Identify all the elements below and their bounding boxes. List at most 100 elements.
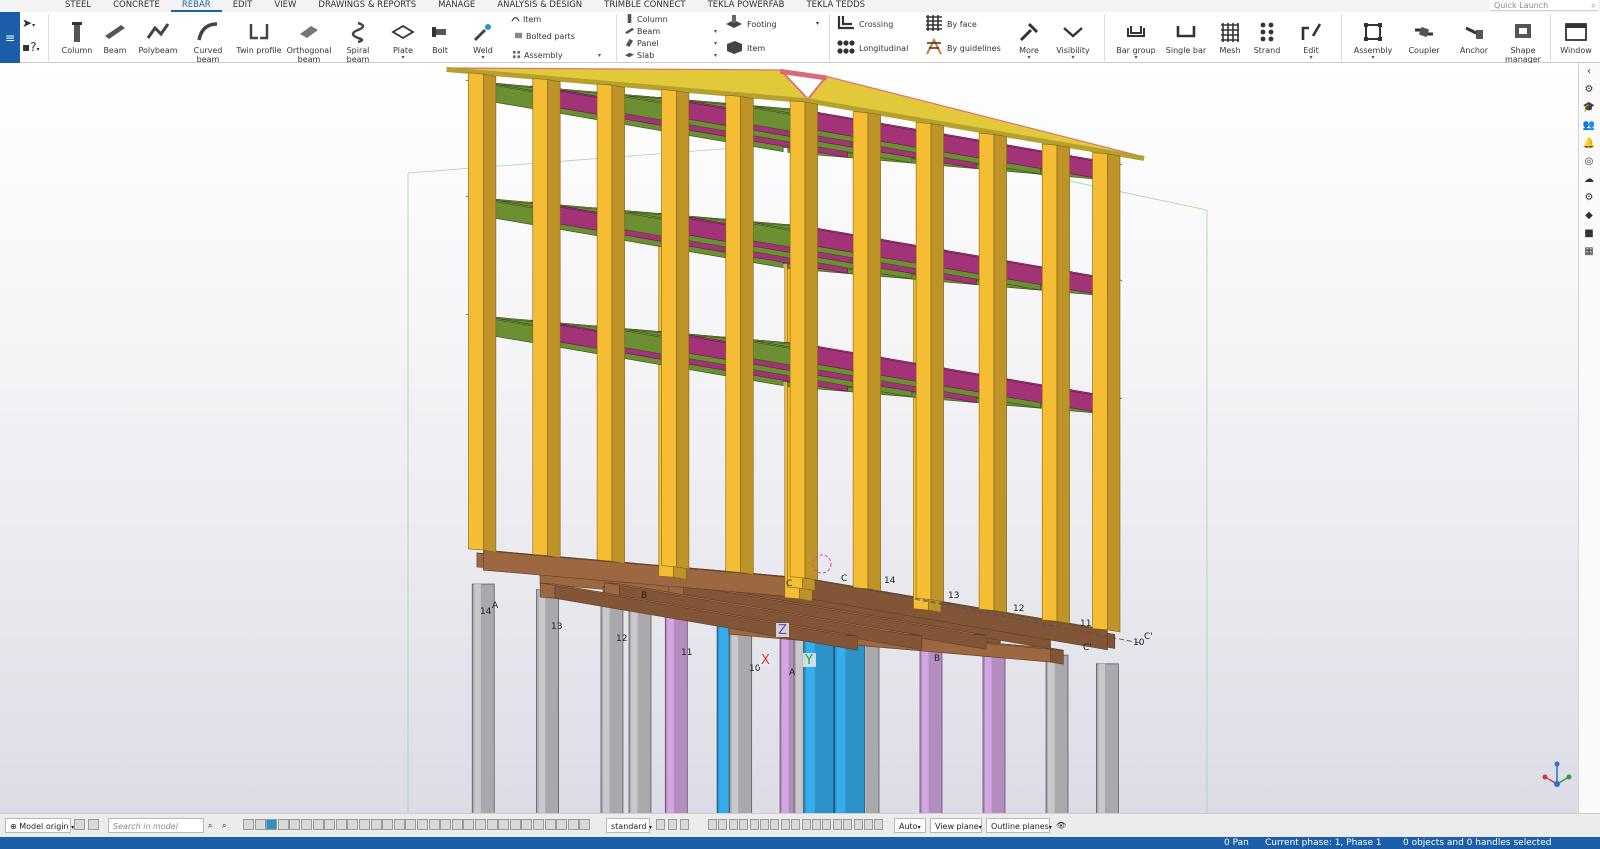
- view-triad-origin[interactable]: [1554, 781, 1560, 787]
- bolted-parts-button[interactable]: Bolted parts: [514, 31, 575, 43]
- column[interactable]: [993, 134, 1007, 613]
- column[interactable]: [930, 123, 944, 603]
- column[interactable]: [596, 83, 613, 562]
- selection-switch-icon[interactable]: [359, 819, 370, 830]
- polybeam-button[interactable]: Polybeam: [134, 16, 182, 62]
- column[interactable]: [1107, 153, 1121, 633]
- cube-icon[interactable]: ■: [1579, 225, 1599, 243]
- tab-rebar[interactable]: REBAR: [170, 0, 222, 12]
- snap-switch-icon[interactable]: [843, 819, 853, 830]
- snap-switch-icon[interactable]: [739, 819, 749, 830]
- tab-analysis-design[interactable]: ANALYSIS & DESIGN: [486, 0, 593, 12]
- selection-switch-icon[interactable]: [428, 819, 440, 830]
- quick-launch-input[interactable]: Quick Launch ⌕: [1490, 0, 1598, 11]
- column[interactable]: [468, 72, 484, 551]
- learning-icon[interactable]: 🎓: [1579, 99, 1599, 117]
- longitudinal-button[interactable]: Longitudinal: [836, 38, 908, 59]
- twin-profile-button[interactable]: Twin profile: [235, 16, 283, 62]
- concrete-slab-button[interactable]: Slab ▾: [625, 50, 717, 62]
- column[interactable]: [1056, 144, 1070, 624]
- layers-icon[interactable]: ◆: [1579, 207, 1599, 225]
- selection-switch-icon[interactable]: [243, 819, 254, 830]
- selection-switch-icon[interactable]: [544, 819, 556, 830]
- shape-manager-button[interactable]: Shape manager: [1499, 16, 1547, 64]
- snap-switch-icon[interactable]: [770, 819, 780, 830]
- settings-icon[interactable]: ⚙: [1579, 189, 1599, 207]
- view-triad-y-marker[interactable]: [1566, 774, 1572, 780]
- footing-button[interactable]: Footing ▾: [724, 14, 819, 35]
- snap-switch-icon[interactable]: [718, 819, 728, 830]
- selection-switch-icon[interactable]: [382, 819, 394, 830]
- column[interactable]: [1092, 152, 1108, 631]
- column[interactable]: [804, 101, 818, 581]
- roof-truss-member[interactable]: [453, 68, 781, 74]
- application-menu-button[interactable]: ≡: [0, 12, 20, 63]
- pile[interactable]: [1045, 654, 1069, 813]
- by-face-button[interactable]: By face: [924, 14, 977, 35]
- edit-button[interactable]: Edit ▾: [1287, 16, 1335, 62]
- search-in-model-input[interactable]: Search in model: [108, 818, 204, 833]
- snap-switch-icon[interactable]: [780, 819, 790, 830]
- outline-planes-select[interactable]: Outline planes▾: [986, 818, 1052, 833]
- concrete-beam-button[interactable]: Beam ▾: [625, 26, 717, 38]
- model-origin-select[interactable]: ⊕ Model origin ▾: [5, 818, 74, 833]
- weld-button[interactable]: Weld ▾: [459, 16, 507, 62]
- tab-edit[interactable]: EDIT: [222, 0, 264, 12]
- column[interactable]: [725, 94, 741, 573]
- selection-switch-icon[interactable]: [347, 819, 359, 830]
- selection-switch-icon[interactable]: [486, 819, 498, 830]
- crossing-button[interactable]: Crossing: [836, 14, 893, 35]
- pile[interactable]: [729, 606, 753, 813]
- selection-switch-icon[interactable]: [475, 819, 486, 830]
- selection-switch-icon[interactable]: [405, 819, 417, 830]
- snap-switch-icon[interactable]: [791, 819, 801, 830]
- window-button[interactable]: Window: [1552, 16, 1600, 62]
- assembly-button[interactable]: Assembly ▾: [1349, 16, 1397, 62]
- cloud-icon[interactable]: ☁: [1579, 171, 1599, 189]
- coupler-button[interactable]: Coupler: [1400, 16, 1448, 62]
- selection-switch-icon[interactable]: [567, 819, 579, 830]
- orthogonal-beam-button[interactable]: Orthogonal beam: [285, 16, 333, 64]
- column[interactable]: [611, 84, 625, 564]
- spiral-beam-button[interactable]: Spiral beam: [334, 16, 382, 64]
- snap-switch-icon[interactable]: [874, 819, 884, 830]
- strand-button[interactable]: Strand: [1243, 16, 1291, 62]
- concrete-column-button[interactable]: Column: [625, 14, 668, 26]
- collapse-panel-icon[interactable]: ‹: [1579, 63, 1599, 81]
- selection-switch-icon[interactable]: [579, 819, 591, 830]
- tab-manage[interactable]: MANAGE: [427, 0, 486, 12]
- selection-switch-icon[interactable]: [254, 819, 266, 830]
- pile[interactable]: [628, 605, 652, 813]
- anchor-button[interactable]: Anchor: [1450, 16, 1498, 62]
- selection-switch-icon[interactable]: [289, 819, 301, 830]
- snap-switch-icon[interactable]: [728, 819, 738, 830]
- tab-tekla-powerfab[interactable]: TEKLA POWERFAB: [697, 0, 796, 12]
- users-icon[interactable]: 👥: [1579, 117, 1599, 135]
- search-icon[interactable]: ⌕: [208, 818, 212, 833]
- snap-switch-icon[interactable]: [812, 819, 821, 830]
- selection-switch-icon[interactable]: [335, 819, 347, 830]
- pile[interactable]: [982, 644, 1006, 813]
- selection-switch-icon[interactable]: [324, 819, 336, 830]
- column[interactable]: [532, 78, 548, 556]
- tab-steel[interactable]: STEEL: [54, 0, 102, 12]
- origin-settings-icon[interactable]: [88, 819, 99, 830]
- tab-view[interactable]: VIEW: [263, 0, 307, 12]
- beam-button[interactable]: Beam: [91, 16, 139, 62]
- snap-switch-icon[interactable]: [832, 819, 842, 830]
- more-button[interactable]: More ▾: [1005, 16, 1053, 62]
- snap-switch-icon[interactable]: [749, 819, 759, 830]
- column[interactable]: [482, 73, 497, 553]
- pile[interactable]: [600, 594, 624, 813]
- column[interactable]: [867, 112, 881, 592]
- 3d-model-scene[interactable]: 14A1312B11C C 1413121110C'10ABC'X YZ: [0, 63, 1578, 813]
- snap-mode-select[interactable]: standard ▾: [606, 818, 652, 833]
- add-origin-icon[interactable]: [74, 819, 85, 830]
- notifications-icon[interactable]: 🔔: [1579, 135, 1599, 153]
- tab-tekla-tedds[interactable]: TEKLA TEDDS: [795, 0, 876, 12]
- selection-switch-icon[interactable]: [312, 819, 324, 830]
- snap-switch-icon[interactable]: [680, 819, 689, 830]
- properties-icon[interactable]: ⚙: [1579, 81, 1599, 99]
- bar-group-button[interactable]: Bar group ▾: [1112, 16, 1160, 62]
- selection-switch-icon[interactable]: [463, 819, 475, 830]
